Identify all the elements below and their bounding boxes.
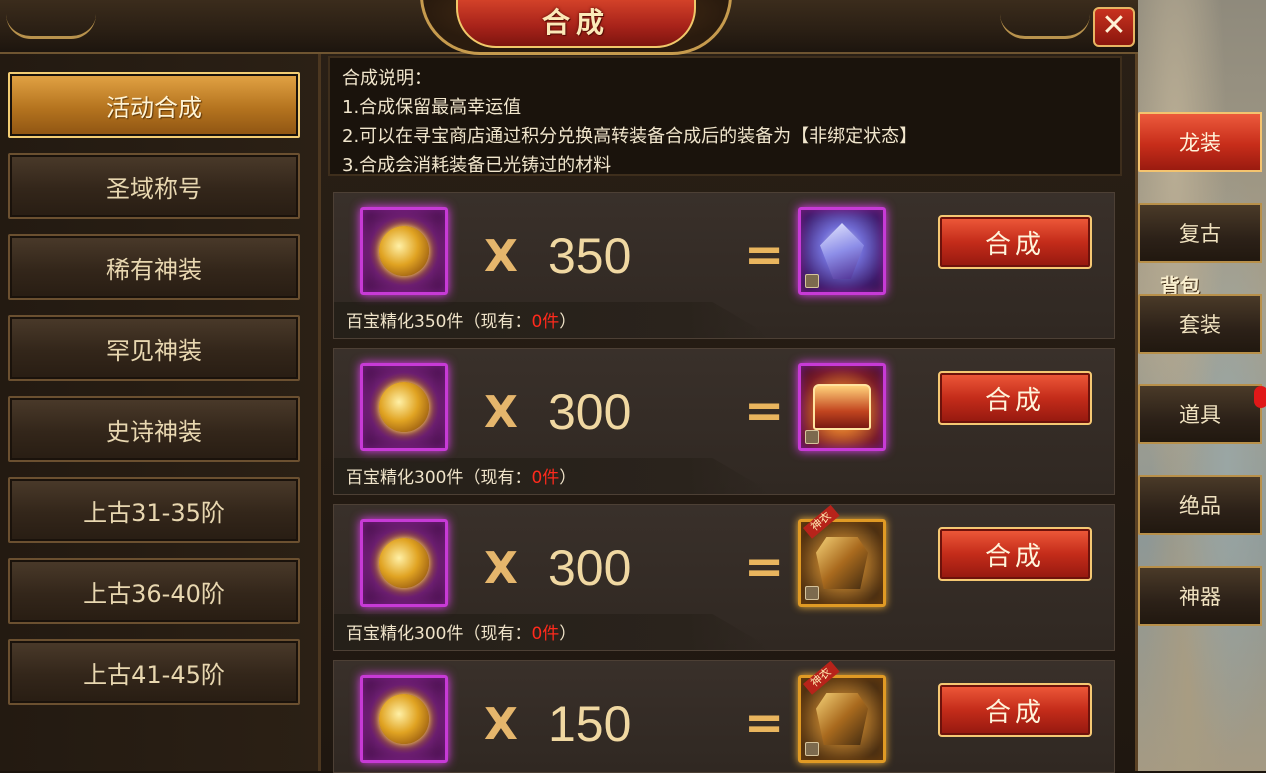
owned-count: 0件 <box>531 468 560 488</box>
description-box: 合成说明： 1.合成保留最高幸运值 2.可以在寻宝商店通过积分兑换高转装备合成后… <box>328 56 1122 176</box>
notification-dot <box>1254 386 1266 408</box>
gold-orb-icon <box>379 226 429 276</box>
title-plate: 合成 <box>456 0 696 48</box>
description-heading: 合成说明： <box>342 68 432 89</box>
equals-sign: = <box>744 539 785 595</box>
multiply-sign: X <box>484 231 518 282</box>
recipe-caption: 百宝精化300件（现有：0件） <box>346 468 577 488</box>
material-quantity: 300 <box>548 540 632 596</box>
recipe-caption: 百宝精化300件（现有：0件） <box>346 624 577 644</box>
description-line: 1.合成保留最高幸运值 <box>342 97 522 118</box>
tab-items[interactable]: 道具 <box>1138 384 1262 444</box>
gold-orb-icon <box>379 538 429 588</box>
material-slot[interactable] <box>360 519 448 607</box>
owned-count: 0件 <box>531 312 560 332</box>
recipe-row: X 150 = 神衣 合成 <box>333 660 1115 773</box>
description-line: 2.可以在寻宝商店通过积分兑换高转装备合成后的装备为【非绑定状态】 <box>342 126 918 147</box>
multiply-sign: X <box>484 387 518 438</box>
craft-button[interactable]: 合成 <box>938 215 1092 269</box>
recipe-caption: 百宝精化350件（现有：0件） <box>346 312 577 332</box>
nav-item-ancient-36-40[interactable]: 上古36-40阶 <box>8 558 300 624</box>
window-title: 合成 <box>541 6 610 39</box>
nav-item-ancient-41-45[interactable]: 上古41-45阶 <box>8 639 300 705</box>
divine-armor-icon <box>816 537 868 589</box>
synthesis-window: 合成 ✕ 活动合成 圣域称号 稀有神装 罕见神装 史诗神装 上古31-35阶 上… <box>0 0 1138 773</box>
close-icon: ✕ <box>1101 8 1127 43</box>
result-slot[interactable] <box>798 207 886 295</box>
craft-button[interactable]: 合成 <box>938 527 1092 581</box>
nav-item-activity[interactable]: 活动合成 <box>8 72 300 138</box>
recipe-row: X 300 = 合成 百宝精化300件（现有：0件） <box>333 348 1115 495</box>
ornament-right <box>1000 14 1090 39</box>
tab-unique[interactable]: 绝品 <box>1138 475 1262 535</box>
material-quantity: 350 <box>548 228 632 284</box>
divine-armor-icon <box>816 693 868 745</box>
material-slot[interactable] <box>360 207 448 295</box>
treasure-chest-icon <box>813 384 871 430</box>
multiply-sign: X <box>484 543 518 594</box>
close-button[interactable]: ✕ <box>1093 7 1135 47</box>
tab-dragon-gear[interactable]: 龙装 <box>1138 112 1262 172</box>
material-quantity: 300 <box>548 384 632 440</box>
recipe-row: X 350 = 合成 百宝精化350件（现有：0件） <box>333 192 1115 339</box>
nav-item-ancient-31-35[interactable]: 上古31-35阶 <box>8 477 300 543</box>
description-line: 3.合成会消耗装备已光铸过的材料 <box>342 155 612 176</box>
equals-sign: = <box>744 695 785 751</box>
gold-orb-icon <box>379 382 429 432</box>
nav-item-sanctum-title[interactable]: 圣域称号 <box>8 153 300 219</box>
ornament-left <box>6 14 96 39</box>
crystal-dragon-icon <box>820 223 864 279</box>
nav-item-epic[interactable]: 史诗神装 <box>8 396 300 462</box>
material-slot[interactable] <box>360 675 448 763</box>
lock-icon <box>805 586 819 600</box>
material-slot[interactable] <box>360 363 448 451</box>
tab-set[interactable]: 套装 <box>1138 294 1262 354</box>
multiply-sign: X <box>484 699 518 750</box>
owned-count: 0件 <box>531 624 560 644</box>
material-quantity: 150 <box>548 696 632 752</box>
result-slot[interactable]: 神衣 <box>798 504 886 607</box>
lock-icon <box>805 742 819 756</box>
tab-retro[interactable]: 复古 <box>1138 203 1262 263</box>
craft-button[interactable]: 合成 <box>938 371 1092 425</box>
equals-sign: = <box>744 383 785 439</box>
nav-item-uncommon[interactable]: 罕见神装 <box>8 315 300 381</box>
tab-artifact[interactable]: 神器 <box>1138 566 1262 626</box>
result-slot[interactable] <box>798 363 886 451</box>
recipe-row: X 300 = 神衣 合成 百宝精化300件（现有：0件） <box>333 504 1115 651</box>
result-badge: 神衣 <box>803 504 840 539</box>
gold-orb-icon <box>379 694 429 744</box>
result-badge: 神衣 <box>803 660 840 695</box>
lock-icon <box>805 274 819 288</box>
title-bar: 合成 ✕ <box>0 0 1138 55</box>
lock-icon <box>805 430 819 444</box>
equals-sign: = <box>744 227 785 283</box>
nav-item-rare[interactable]: 稀有神装 <box>8 234 300 300</box>
result-slot[interactable]: 神衣 <box>798 660 886 763</box>
craft-button[interactable]: 合成 <box>938 683 1092 737</box>
category-sidebar: 活动合成 圣域称号 稀有神装 罕见神装 史诗神装 上古31-35阶 上古36-4… <box>0 54 321 771</box>
